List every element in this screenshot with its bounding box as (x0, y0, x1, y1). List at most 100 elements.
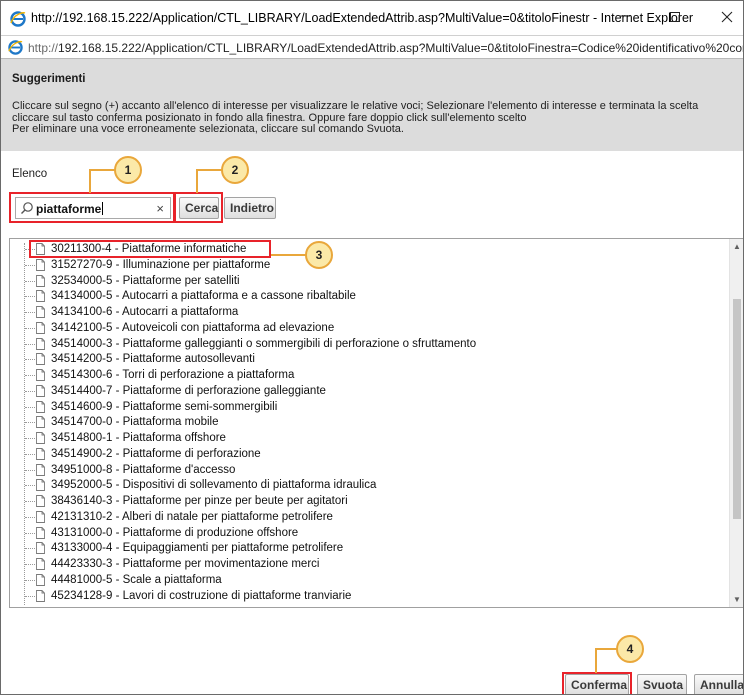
scroll-down-icon[interactable]: ▼ (733, 595, 741, 604)
tree-item-label: 34142100-5 - Autoveicoli con piattaforma… (51, 321, 335, 334)
tree-branch-line (25, 343, 35, 345)
tree-item[interactable]: 34514600-9 - Piattaforme semi-sommergibi… (10, 400, 710, 415)
tree-item[interactable]: 34514200-5 - Piattaforme autosollevanti (10, 352, 710, 367)
tree-branch-line (25, 485, 35, 487)
document-icon (36, 495, 45, 507)
callout-connector (196, 169, 222, 171)
internet-explorer-icon (10, 11, 26, 27)
callout-2: 2 (221, 156, 249, 184)
document-icon (36, 274, 45, 287)
maximize-icon (670, 12, 680, 22)
tree-branch-line (25, 327, 35, 329)
tree-branch-line (25, 564, 35, 565)
highlight-search-input (9, 192, 175, 223)
tree-branch-line (25, 438, 35, 439)
highlight-search-button (174, 192, 223, 223)
tree-item-label: 44423330-3 - Piattaforme per movimentazi… (51, 558, 320, 570)
document-icon (36, 416, 45, 429)
cancel-button[interactable]: Annulla (694, 674, 743, 694)
title-bar: http://192.168.15.222/Application/CTL_LI… (1, 1, 743, 35)
tree-item[interactable]: 34952000-5 - Dispositivi di sollevamento… (10, 478, 710, 493)
tree-item[interactable]: 42131310-2 - Alberi di natale per piatta… (10, 510, 710, 525)
tree-branch-line (25, 296, 35, 298)
callout-connector (89, 169, 91, 193)
close-button[interactable] (707, 5, 743, 31)
scroll-up-icon[interactable]: ▲ (733, 242, 741, 251)
back-button[interactable]: Indietro (224, 197, 276, 219)
tree-item-label: 42131310-2 - Alberi di natale per piatta… (51, 510, 333, 523)
hint-title: Suggerimenti (12, 73, 86, 85)
tree-item[interactable]: 43131000-0 - Piattaforme di produzione o… (10, 526, 710, 541)
vertical-scrollbar[interactable]: ▲ ▼ (729, 239, 743, 607)
callout-1: 1 (114, 156, 142, 184)
maximize-button[interactable] (655, 5, 695, 31)
tree-item[interactable]: 43133000-4 - Equipaggiamenti per piattaf… (10, 541, 710, 556)
document-icon (36, 432, 45, 444)
document-icon (36, 479, 45, 492)
tree-item[interactable]: 34951000-8 - Piattaforme d'accesso (10, 463, 710, 478)
callout-3: 3 (305, 241, 333, 269)
elenco-label: Elenco (12, 168, 48, 180)
hint-line: Per eliminare una voce erroneamente sele… (12, 123, 404, 135)
hint-text: Cliccare sul segno (+) accanto all'elenc… (12, 100, 699, 136)
tree-item[interactable]: 45234128-9 - Lavori di costruzione di pi… (10, 589, 710, 604)
document-icon (36, 542, 45, 555)
tree-item-label: 34134100-6 - Autocarri a piattaforma (51, 306, 239, 318)
tree-item[interactable]: 44423330-3 - Piattaforme per movimentazi… (10, 557, 710, 572)
document-icon (36, 573, 45, 586)
tree-item[interactable]: 32534000-5 - Piattaforme per satelliti (10, 274, 710, 289)
tree-branch-line (25, 375, 35, 376)
tree-item[interactable]: 31527270-9 - Illuminazione per piattafor… (10, 258, 710, 273)
callout-connector (89, 169, 115, 171)
callout-4: 4 (616, 635, 644, 663)
document-icon (36, 306, 45, 318)
tree-list[interactable]: 30211300-4 - Piattaforme informatiche 315… (9, 238, 743, 608)
highlight-confirm-button (562, 672, 632, 694)
tree-item-label: 34514600-9 - Piattaforme semi-sommergibi… (51, 400, 278, 413)
tree-item-label: 38436140-3 - Piattaforme per pinze per b… (51, 495, 348, 507)
tree-item-label: 34514400-7 - Piattaforme di perforazione… (51, 384, 326, 397)
tree-item[interactable]: 34134000-5 - Autocarri a piattaforma e a… (10, 289, 710, 304)
tree-branch-line (25, 280, 35, 282)
tree-branch-line (25, 359, 35, 361)
tree-item[interactable]: 38436140-3 - Piattaforme per pinze per b… (10, 494, 710, 509)
tree-item-label: 34951000-8 - Piattaforme d'accesso (51, 463, 236, 476)
tree-branch-line (25, 501, 35, 502)
tree-branch-line (25, 264, 35, 266)
scrollbar-thumb[interactable] (733, 299, 741, 519)
tree-branch-line (25, 422, 35, 424)
tree-item[interactable]: 34514000-3 - Piattaforme galleggianti o … (10, 337, 710, 352)
tree-item-label: 43133000-4 - Equipaggiamenti per piattaf… (51, 542, 344, 555)
tree-item-label: 34514000-3 - Piattaforme galleggianti o … (51, 337, 477, 350)
clear-button[interactable]: Svuota (637, 674, 687, 694)
hint-panel: Suggerimenti Cliccare sul segno (+) acca… (1, 59, 743, 151)
minimize-button[interactable] (605, 5, 645, 31)
tree-item-label: 34514900-2 - Piattaforme di perforazione (51, 447, 261, 460)
tree-item[interactable]: 34514900-2 - Piattaforme di perforazione (10, 447, 710, 462)
tree-item[interactable]: 34514300-6 - Torri di perforazione a pia… (10, 368, 710, 383)
tree-item[interactable]: 34134100-6 - Autocarri a piattaforma (10, 305, 710, 320)
tree-item[interactable]: 34142100-5 - Autoveicoli con piattaforma… (10, 321, 710, 336)
tree-branch-line (25, 579, 35, 581)
tree-item[interactable]: 34514800-1 - Piattaforma offshore (10, 431, 710, 446)
tree-branch-line (25, 390, 35, 392)
tree-item-label: 43131000-0 - Piattaforme di produzione o… (51, 526, 299, 539)
address-url: http://192.168.15.222/Application/CTL_LI… (28, 41, 743, 55)
tree-item[interactable]: 44481000-5 - Scale a piattaforma (10, 573, 710, 588)
document-icon (36, 526, 45, 539)
hint-line: Cliccare sul segno (+) accanto all'elenc… (12, 100, 699, 112)
minimize-icon (620, 15, 630, 17)
tree-item[interactable]: 34514700-0 - Piattaforma mobile (10, 415, 710, 430)
tree-item[interactable]: 34514400-7 - Piattaforme di perforazione… (10, 384, 710, 399)
tree-item-label: 34952000-5 - Dispositivi di sollevamento… (51, 479, 377, 492)
address-bar[interactable]: http://192.168.15.222/Application/CTL_LI… (1, 35, 743, 59)
highlight-first-result (29, 240, 271, 258)
callout-connector (196, 169, 198, 193)
tree-item-label: 31527270-9 - Illuminazione per piattafor… (51, 258, 271, 271)
document-icon (36, 447, 45, 460)
tree-branch-line (25, 453, 35, 455)
browser-window: http://192.168.15.222/Application/CTL_LI… (0, 0, 744, 695)
document-icon (36, 463, 45, 476)
document-icon (36, 589, 45, 602)
document-icon (36, 400, 45, 413)
